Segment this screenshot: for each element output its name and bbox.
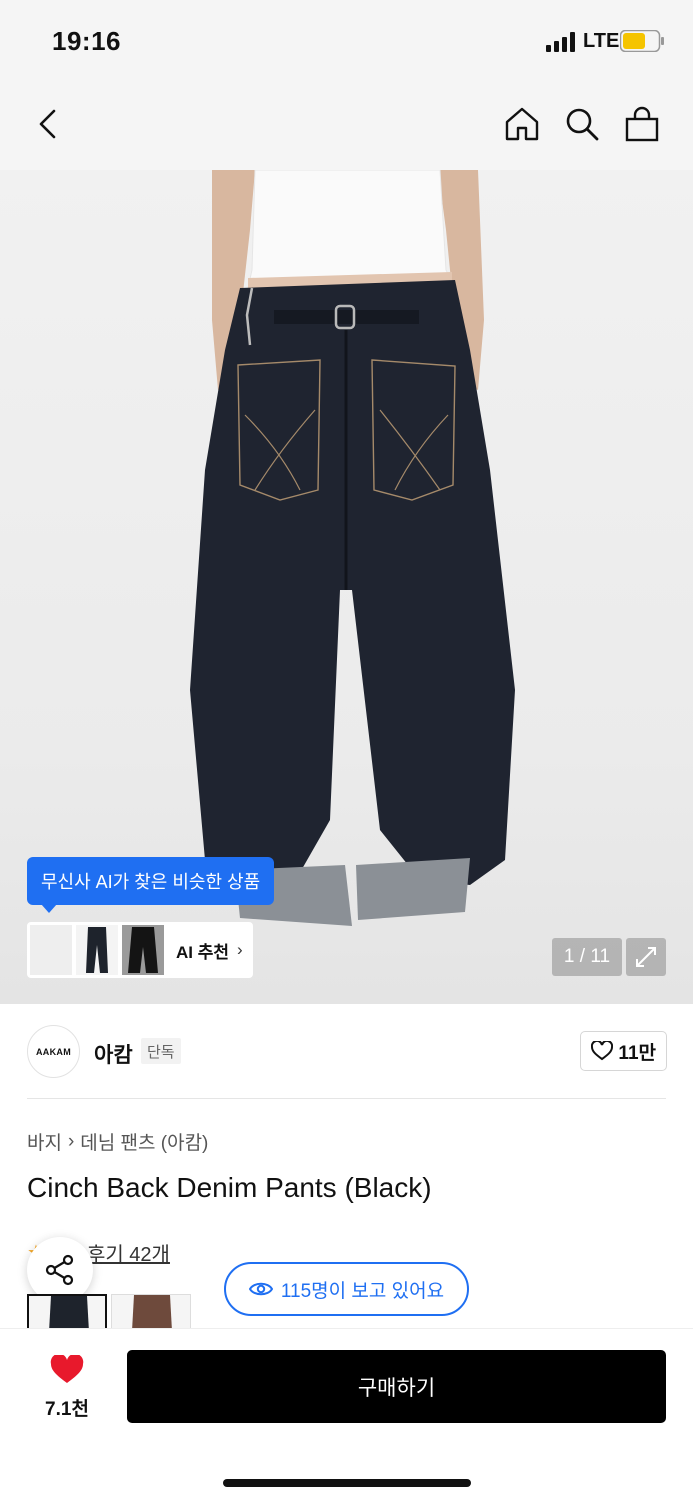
back-button[interactable] [26, 102, 70, 146]
product-image-carousel[interactable]: 무신사 AI가 찾은 비슷한 상품 AI 추천 › 1 / 11 [0, 170, 693, 1004]
image-counter: 1 / 11 [552, 938, 622, 976]
expand-icon [636, 947, 656, 967]
brand-like-count: 11만 [618, 1042, 656, 1064]
home-icon [505, 107, 539, 141]
wishlist-count: 7.1천 [45, 1399, 89, 1420]
wishlist-button[interactable]: 7.1천 [38, 1353, 96, 1421]
eye-icon [248, 1282, 273, 1296]
product-title: Cinch Back Denim Pants (Black) [27, 1172, 432, 1203]
battery-icon [620, 30, 664, 52]
breadcrumb-category[interactable]: 바지 [27, 1128, 62, 1155]
breadcrumb-subcategory[interactable]: 데님 팬츠 (아캄) [80, 1128, 208, 1155]
divider [27, 1098, 666, 1099]
buy-button[interactable]: 구매하기 [127, 1350, 666, 1423]
status-time: 19:16 [52, 26, 121, 56]
brand-logo[interactable]: AAKAM [27, 1025, 80, 1078]
brand-row: AAKAM 아캄 단독 11만 [27, 1025, 667, 1079]
breadcrumb: 바지 › 데님 팬츠 (아캄) [27, 1128, 208, 1155]
chevron-right-icon: › [67, 1130, 75, 1152]
bottom-action-bar: 7.1천 구매하기 [0, 1328, 693, 1500]
ai-recommend-tooltip: 무신사 AI가 찾은 비슷한 상품 [27, 857, 275, 913]
cart-button[interactable] [620, 102, 664, 146]
brand-name[interactable]: 아캄 [94, 1039, 133, 1069]
ai-recommend-label: AI 추천 [176, 942, 230, 962]
nav-bar [0, 84, 693, 170]
viewers-pill: 115명이 보고 있어요 [224, 1262, 469, 1316]
status-bar: 19:16 LTE [0, 0, 693, 84]
color-variant[interactable] [27, 1294, 107, 1330]
brand-like-button[interactable]: 11만 [580, 1031, 667, 1071]
share-icon [45, 1254, 74, 1286]
network-label: LTE [583, 30, 620, 52]
back-arrow-icon [39, 109, 56, 139]
home-button[interactable] [500, 102, 544, 146]
ai-thumbnail [122, 925, 164, 975]
search-button[interactable] [560, 102, 604, 146]
home-indicator [223, 1479, 471, 1487]
signal-icon [546, 32, 575, 52]
search-icon [566, 108, 599, 141]
exclusive-badge: 단독 [141, 1038, 181, 1064]
heart-filled-icon [50, 1353, 84, 1383]
heart-outline-icon [591, 1041, 614, 1061]
ai-thumbnail [76, 925, 118, 975]
color-variant[interactable] [111, 1294, 191, 1330]
review-link[interactable]: 후기 42개 [87, 1238, 170, 1267]
shopping-bag-icon [625, 106, 659, 142]
ai-thumbnail [30, 925, 72, 975]
viewers-text: 115명이 보고 있어요 [280, 1280, 445, 1302]
ai-recommend-button[interactable]: AI 추천 › [27, 922, 253, 978]
chevron-right-icon: › [237, 940, 243, 959]
expand-button[interactable] [626, 938, 666, 976]
